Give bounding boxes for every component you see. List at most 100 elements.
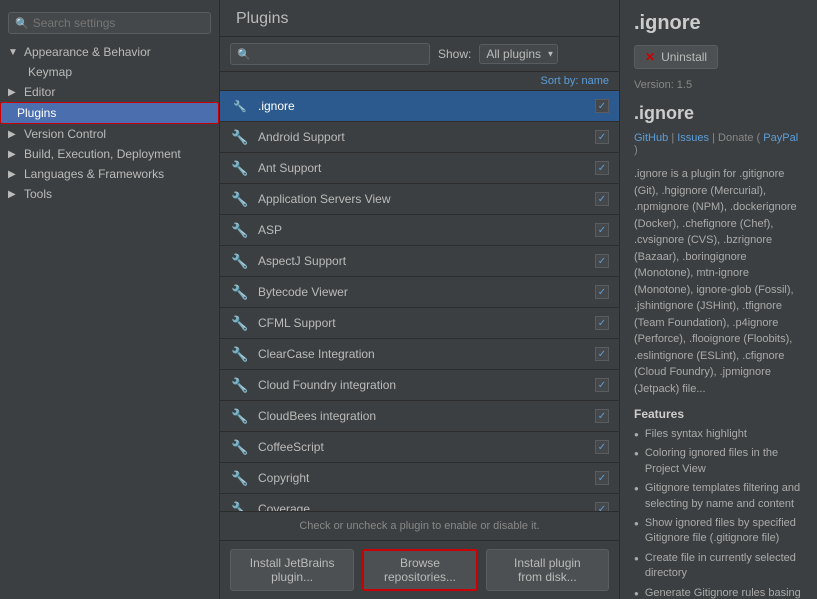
plugin-search-box[interactable]: 🔍: [230, 43, 430, 65]
sidebar-item-label: Appearance & Behavior: [24, 45, 151, 59]
plugin-checkbox-copyright[interactable]: [595, 471, 609, 485]
plugin-icon-coverage: 🔧: [230, 499, 250, 511]
plugin-icon-ignore: 🔧: [230, 96, 250, 116]
sidebar-item-keymap[interactable]: Keymap: [0, 62, 219, 82]
plugin-item-asp[interactable]: 🔧 ASP: [220, 215, 619, 246]
center-panel: Plugins 🔍 Show: All plugins Enabled Disa…: [220, 0, 620, 599]
center-footer: Check or uncheck a plugin to enable or d…: [220, 511, 619, 540]
plugin-name-cloud-foundry: Cloud Foundry integration: [258, 378, 595, 392]
footer-text: Check or uncheck a plugin to enable or d…: [299, 520, 539, 532]
x-icon: ✕: [645, 50, 655, 64]
plugin-item-coverage[interactable]: 🔧 Coverage: [220, 494, 619, 511]
plugin-name-asp: ASP: [258, 223, 595, 237]
plugin-checkbox-app-servers[interactable]: [595, 192, 609, 206]
plugin-checkbox-ant[interactable]: [595, 161, 609, 175]
plugin-name-coverage: Coverage: [258, 502, 595, 511]
arrow-icon: ▶: [8, 189, 20, 200]
sidebar-item-label: Editor: [24, 85, 55, 99]
plugin-search-input[interactable]: [255, 47, 423, 61]
plugin-icon-app-servers: 🔧: [230, 189, 250, 209]
issues-link[interactable]: Issues: [677, 132, 709, 144]
feature-item-4: Create file in currently selected direct…: [634, 551, 803, 582]
plugin-name-copyright: Copyright: [258, 471, 595, 485]
plugin-icon-copyright: 🔧: [230, 468, 250, 488]
arrow-icon: ▶: [8, 169, 20, 180]
uninstall-button[interactable]: ✕ Uninstall: [634, 45, 718, 69]
sidebar-search-input[interactable]: [33, 16, 204, 30]
plugin-item-clearcase[interactable]: 🔧 ClearCase Integration: [220, 339, 619, 370]
plugin-name-aspectj: AspectJ Support: [258, 254, 595, 268]
install-from-disk-button[interactable]: Install plugin from disk...: [486, 549, 609, 591]
install-jetbrains-button[interactable]: Install JetBrains plugin...: [230, 549, 354, 591]
sort-bar: Sort by: name: [220, 72, 619, 91]
plugin-name-ignore: .ignore: [258, 99, 595, 113]
plugin-icon-cloud-foundry: 🔧: [230, 375, 250, 395]
github-link[interactable]: GitHub: [634, 132, 668, 144]
plugin-checkbox-cloudbees[interactable]: [595, 409, 609, 423]
plugin-checkbox-android[interactable]: [595, 130, 609, 144]
plugin-item-aspectj[interactable]: 🔧 AspectJ Support: [220, 246, 619, 277]
plugin-item-cfml[interactable]: 🔧 CFML Support: [220, 308, 619, 339]
plugin-item-cloud-foundry[interactable]: 🔧 Cloud Foundry integration: [220, 370, 619, 401]
plugin-item-ant[interactable]: 🔧 Ant Support: [220, 153, 619, 184]
plugin-checkbox-bytecode[interactable]: [595, 285, 609, 299]
show-select-wrapper[interactable]: All plugins Enabled Disabled Bundled Cus…: [479, 44, 558, 64]
plugin-checkbox-coffeescript[interactable]: [595, 440, 609, 454]
arrow-icon: ▼: [8, 47, 20, 58]
donate-end: ): [634, 144, 638, 156]
plugin-item-copyright[interactable]: 🔧 Copyright: [220, 463, 619, 494]
plugin-item-coffeescript[interactable]: 🔧 CoffeeScript: [220, 432, 619, 463]
sidebar-item-label: Plugins: [17, 106, 56, 120]
plugin-item-android[interactable]: 🔧 Android Support: [220, 122, 619, 153]
detail-title: .ignore: [634, 12, 803, 35]
sort-link[interactable]: Sort by: name: [541, 75, 609, 87]
arrow-icon: ▶: [8, 87, 20, 98]
sidebar-item-label: Languages & Frameworks: [24, 167, 164, 181]
sidebar-item-plugins[interactable]: Plugins: [0, 102, 219, 124]
sidebar-item-tools[interactable]: ▶ Tools: [0, 184, 219, 204]
arrow-icon: ▶: [8, 129, 20, 140]
sidebar-item-languages[interactable]: ▶ Languages & Frameworks: [0, 164, 219, 184]
plugin-list: 🔧 .ignore 🔧 Android Support 🔧 Ant Suppor…: [220, 91, 619, 511]
sidebar: 🔍 ▼ Appearance & Behavior Keymap ▶ Edito…: [0, 0, 220, 599]
show-label: Show:: [438, 47, 471, 61]
plugin-name-android: Android Support: [258, 130, 595, 144]
sidebar-search[interactable]: 🔍: [8, 12, 211, 34]
detail-plugin-name: .ignore: [634, 103, 803, 124]
plugin-checkbox-clearcase[interactable]: [595, 347, 609, 361]
plugin-item-bytecode[interactable]: 🔧 Bytecode Viewer: [220, 277, 619, 308]
search-icon: 🔍: [237, 48, 251, 61]
paypal-link[interactable]: PayPal: [763, 132, 798, 144]
plugin-name-ant: Ant Support: [258, 161, 595, 175]
sidebar-item-label: Tools: [24, 187, 52, 201]
panel-title: Plugins: [220, 0, 619, 37]
plugin-checkbox-aspectj[interactable]: [595, 254, 609, 268]
plugin-checkbox-coverage[interactable]: [595, 502, 609, 511]
show-select[interactable]: All plugins Enabled Disabled Bundled Cus…: [479, 44, 558, 64]
plugin-item-app-servers[interactable]: 🔧 Application Servers View: [220, 184, 619, 215]
plugin-checkbox-asp[interactable]: [595, 223, 609, 237]
sidebar-item-appearance[interactable]: ▼ Appearance & Behavior: [0, 42, 219, 62]
plugin-name-app-servers: Application Servers View: [258, 192, 595, 206]
plugin-item-ignore[interactable]: 🔧 .ignore: [220, 91, 619, 122]
feature-item-2: Gitignore templates filtering and select…: [634, 481, 803, 512]
plugin-icon-cloudbees: 🔧: [230, 406, 250, 426]
sidebar-item-label: Version Control: [24, 127, 106, 141]
plugin-name-cfml: CFML Support: [258, 316, 595, 330]
browse-repositories-button[interactable]: Browse repositories...: [362, 549, 478, 591]
plugin-checkbox-cloud-foundry[interactable]: [595, 378, 609, 392]
arrow-icon: ▶: [8, 149, 20, 160]
plugin-checkbox-ignore[interactable]: [595, 99, 609, 113]
plugin-name-coffeescript: CoffeeScript: [258, 440, 595, 454]
plugin-item-cloudbees[interactable]: 🔧 CloudBees integration: [220, 401, 619, 432]
plugin-checkbox-cfml[interactable]: [595, 316, 609, 330]
sidebar-item-build[interactable]: ▶ Build, Execution, Deployment: [0, 144, 219, 164]
uninstall-label: Uninstall: [661, 50, 707, 64]
center-toolbar: 🔍 Show: All plugins Enabled Disabled Bun…: [220, 37, 619, 72]
plugin-icon-asp: 🔧: [230, 220, 250, 240]
plugin-icon-coffeescript: 🔧: [230, 437, 250, 457]
sidebar-item-editor[interactable]: ▶ Editor: [0, 82, 219, 102]
plugin-icon-cfml: 🔧: [230, 313, 250, 333]
sidebar-item-version-control[interactable]: ▶ Version Control: [0, 124, 219, 144]
right-panel: .ignore ✕ Uninstall Version: 1.5 .ignore…: [620, 0, 817, 599]
